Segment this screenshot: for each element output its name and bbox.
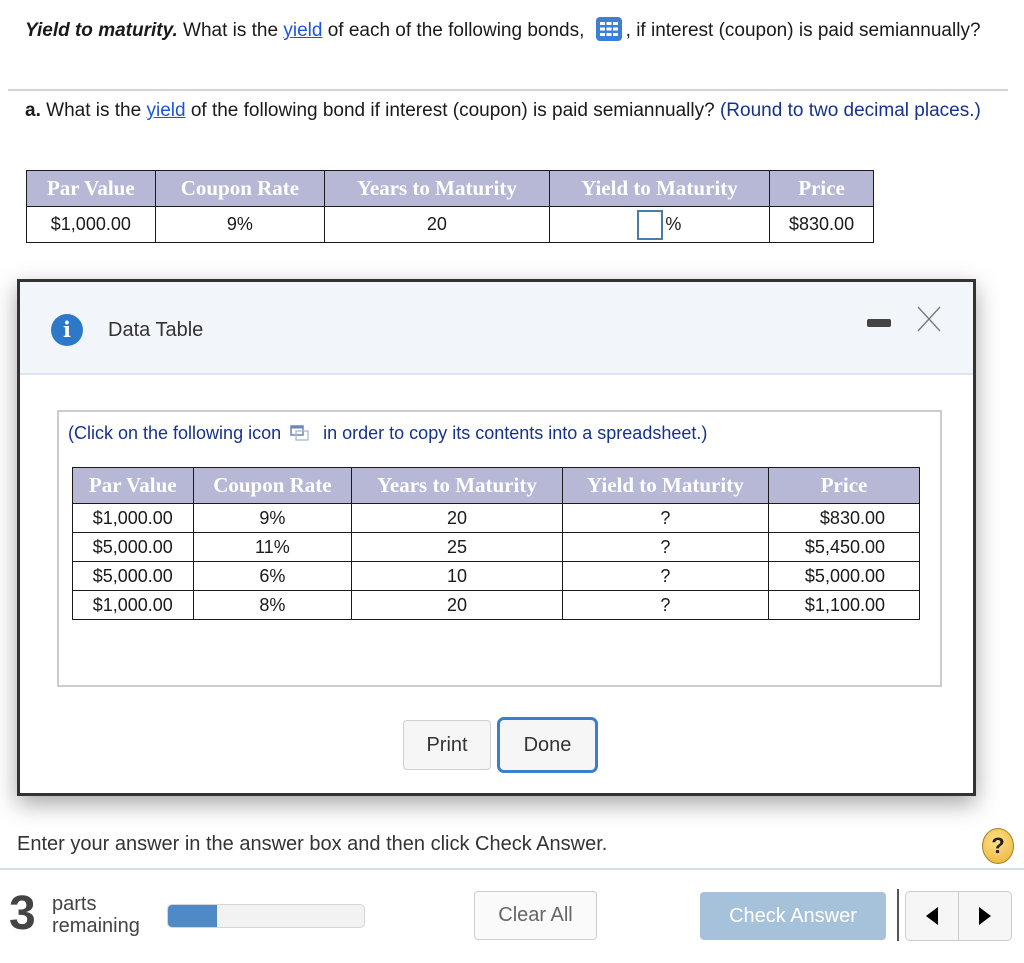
cell-coupon-rate: 9% — [154, 206, 326, 243]
info-icon: i — [51, 314, 83, 346]
header-coupon-rate: Coupon Rate — [154, 170, 326, 207]
table-row: $5,000.00 6% 10 ? $5,000.00 — [72, 561, 920, 591]
cell-coupon-rate: 6% — [192, 561, 353, 591]
cell-coupon-rate: 9% — [192, 503, 353, 533]
question-text: Yield to maturity. What is the yield of … — [25, 14, 1005, 47]
parts-remaining-label: parts remaining — [52, 893, 140, 937]
question-text-part: What is the — [177, 20, 284, 41]
cell-ytm: ? — [561, 532, 770, 562]
header-coupon-rate: Coupon Rate — [192, 467, 353, 504]
data-table-panel: (Click on the following icon in order to… — [57, 410, 942, 687]
header-yield-to-maturity: Yield to Maturity — [561, 467, 770, 504]
minimize-button[interactable] — [867, 319, 891, 327]
clear-all-button[interactable]: Clear All — [474, 891, 597, 940]
cell-years: 20 — [351, 590, 563, 620]
question-text-part: , if interest (coupon) is paid semiannua… — [625, 20, 981, 41]
done-button[interactable]: Done — [497, 717, 598, 773]
progress-bar — [167, 904, 365, 928]
data-table-dialog: i Data Table (Click on the following ico… — [17, 279, 976, 796]
cell-years: 25 — [351, 532, 563, 562]
cell-par-value: $5,000.00 — [72, 561, 194, 591]
progress-bar-fill — [168, 905, 217, 927]
table-row: $1,000.00 9% 20 ? $830.00 — [72, 503, 920, 533]
parts-label-line: parts — [52, 893, 97, 915]
rounding-hint: (Round to two decimal places.) — [719, 100, 981, 121]
part-a-text: of the following bond if interest (coupo… — [185, 100, 720, 121]
divider — [8, 89, 1008, 91]
previous-button[interactable] — [906, 892, 958, 940]
yield-answer-input[interactable] — [637, 209, 664, 240]
header-years-to-maturity: Years to Maturity — [324, 170, 550, 207]
cell-par-value: $1,000.00 — [26, 206, 156, 243]
cell-yield-input: % — [548, 206, 771, 243]
question-navigation — [905, 891, 1012, 941]
cell-ytm: ? — [561, 503, 770, 533]
cell-years: 20 — [351, 503, 563, 533]
answer-instructions: Enter your answer in the answer box and … — [17, 833, 608, 855]
cell-coupon-rate: 8% — [192, 590, 353, 620]
bond-data-table: Par Value Coupon Rate Years to Maturity … — [72, 467, 920, 620]
copy-note-text: in order to copy its contents into a spr… — [323, 423, 708, 443]
bond-answer-table: Par Value Coupon Rate Years to Maturity … — [26, 170, 874, 243]
header-par-value: Par Value — [26, 170, 156, 207]
help-icon[interactable]: ? — [982, 828, 1014, 864]
part-a-label: a. — [25, 100, 41, 121]
cell-price: $830.00 — [769, 206, 874, 243]
header-par-value: Par Value — [72, 467, 194, 504]
cell-ytm: ? — [561, 590, 770, 620]
copy-instruction: (Click on the following icon in order to… — [68, 423, 707, 444]
question-title: Yield to maturity. — [25, 20, 178, 41]
separator — [897, 889, 899, 941]
dialog-title: Data Table — [108, 319, 204, 341]
table-header-row: Par Value Coupon Rate Years to Maturity … — [72, 467, 920, 504]
cell-par-value: $1,000.00 — [72, 590, 194, 620]
yield-link[interactable]: yield — [146, 100, 185, 121]
header-price: Price — [768, 467, 920, 504]
cell-price: $1,100.00 — [768, 590, 920, 620]
cell-years: 20 — [324, 206, 550, 243]
triangle-left-icon — [926, 907, 938, 925]
table-row: $1,000.00 9% 20 % $830.00 — [26, 206, 874, 243]
cell-ytm: ? — [561, 561, 770, 591]
cell-years: 10 — [351, 561, 563, 591]
table-row: $1,000.00 8% 20 ? $1,100.00 — [72, 590, 920, 620]
close-button[interactable] — [917, 306, 941, 332]
part-a-prompt: a. What is the yield of the following bo… — [25, 98, 1005, 123]
triangle-right-icon — [979, 907, 991, 925]
dialog-header: i Data Table — [20, 282, 973, 375]
parts-label-line: remaining — [52, 915, 140, 937]
print-button[interactable]: Print — [403, 720, 491, 770]
question-text-part: of each of the following bonds, — [322, 20, 590, 41]
close-icon — [917, 306, 941, 332]
part-a-text: What is the — [40, 100, 147, 121]
cell-par-value: $5,000.00 — [72, 532, 194, 562]
cell-price: $830.00 — [768, 503, 920, 533]
percent-suffix: % — [665, 214, 682, 234]
cell-par-value: $1,000.00 — [72, 503, 194, 533]
cell-price: $5,450.00 — [768, 532, 920, 562]
next-button[interactable] — [958, 892, 1011, 940]
divider — [0, 868, 1024, 870]
yield-link[interactable]: yield — [283, 20, 322, 41]
copy-note-text: (Click on the following icon — [68, 423, 282, 443]
header-price: Price — [769, 170, 874, 207]
check-answer-button[interactable]: Check Answer — [700, 892, 886, 940]
parts-remaining-count: 3 — [9, 887, 36, 940]
data-table-grid-icon[interactable] — [595, 17, 622, 41]
table-row: $5,000.00 11% 25 ? $5,450.00 — [72, 532, 920, 562]
copy-to-spreadsheet-icon[interactable] — [290, 425, 310, 441]
header-years-to-maturity: Years to Maturity — [351, 467, 563, 504]
cell-price: $5,000.00 — [768, 561, 920, 591]
cell-coupon-rate: 11% — [192, 532, 353, 562]
header-yield-to-maturity: Yield to Maturity — [548, 170, 771, 207]
table-header-row: Par Value Coupon Rate Years to Maturity … — [26, 170, 874, 207]
